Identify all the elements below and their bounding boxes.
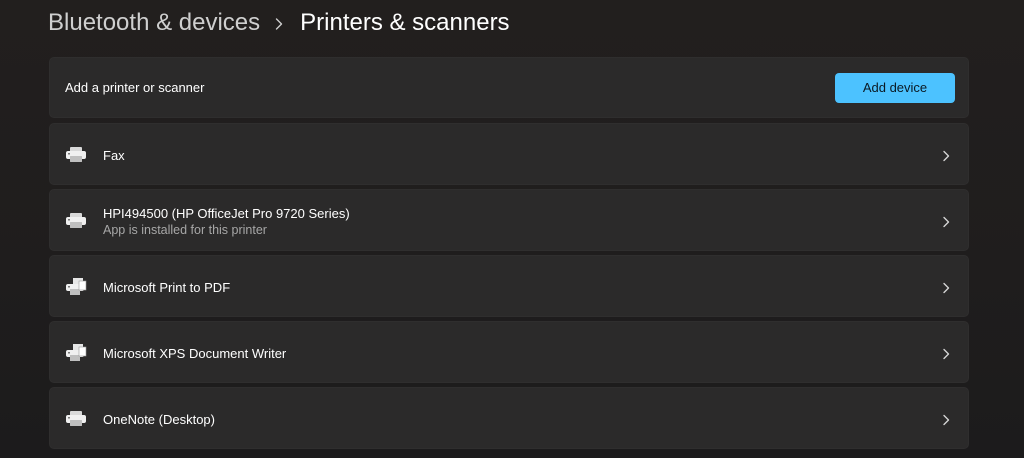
page-title: Printers & scanners <box>300 9 510 36</box>
breadcrumb-bluetooth-devices[interactable]: Bluetooth & devices <box>48 9 260 37</box>
printer-document-icon <box>65 278 87 296</box>
settings-page: Bluetooth & devices Printers & scanners … <box>0 0 1024 458</box>
printer-document-icon <box>65 344 87 362</box>
device-name: HPI494500 (HP OfficeJet Pro 9720 Series) <box>103 206 350 221</box>
device-row-hp-officejet[interactable]: HPI494500 (HP OfficeJet Pro 9720 Series)… <box>49 189 969 251</box>
chevron-right-icon <box>275 6 287 40</box>
chevron-right-icon <box>941 413 951 426</box>
chevron-right-icon <box>941 215 951 228</box>
chevron-right-icon <box>941 281 951 294</box>
device-row-print-to-pdf[interactable]: Microsoft Print to PDF <box>49 255 969 317</box>
printer-icon <box>65 410 87 428</box>
fax-printer-icon <box>65 146 87 164</box>
chevron-right-icon <box>941 149 951 162</box>
device-row-onenote[interactable]: OneNote (Desktop) <box>49 387 969 449</box>
add-device-button[interactable]: Add device <box>835 73 955 103</box>
device-name: Microsoft Print to PDF <box>103 280 231 295</box>
device-name: Microsoft XPS Document Writer <box>103 346 287 361</box>
device-status: App is installed for this printer <box>103 223 267 237</box>
device-row-xps-writer[interactable]: Microsoft XPS Document Writer <box>49 321 969 383</box>
breadcrumb: Bluetooth & devices Printers & scanners <box>48 6 510 40</box>
add-printer-label: Add a printer or scanner <box>65 80 205 95</box>
device-name: OneNote (Desktop) <box>103 412 215 427</box>
device-name: Fax <box>103 148 125 163</box>
add-printer-card: Add a printer or scanner Add device <box>49 57 969 118</box>
chevron-right-icon <box>941 347 951 360</box>
printer-icon <box>65 212 87 230</box>
device-row-fax[interactable]: Fax <box>49 123 969 185</box>
